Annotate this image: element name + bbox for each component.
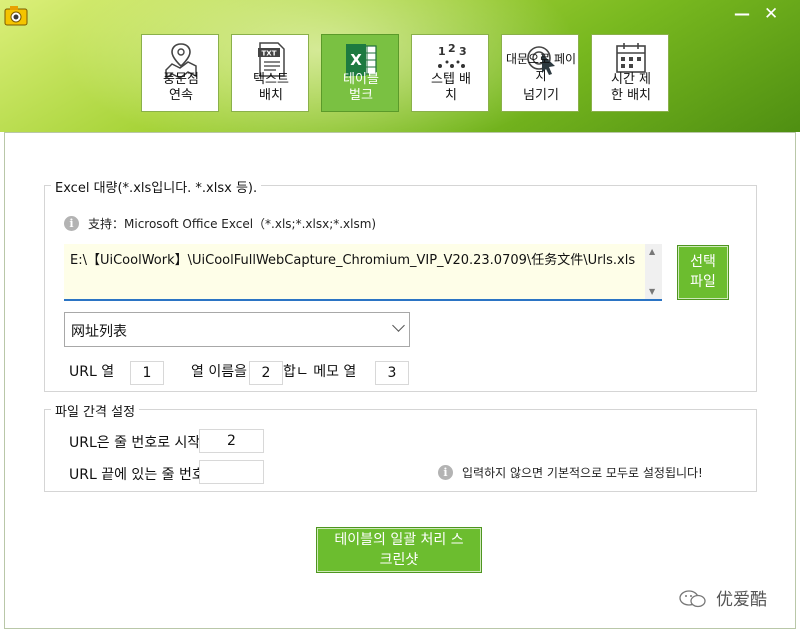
supported-formats-text: 支持：Microsoft Office Excel（*.xls;*.xlsx;*… (88, 217, 377, 231)
tool-label: 텍스트 (253, 72, 289, 87)
tool-time-limit-batch[interactable]: 시간 제 한 배치 (591, 34, 669, 112)
svg-text:X: X (350, 51, 362, 69)
camera-app-icon (4, 6, 28, 26)
name-column-label: 열 이름을 (191, 364, 247, 380)
end-row-label: URL 끝에 있는 줄 번호 (69, 467, 201, 483)
svg-text:TXT: TXT (262, 50, 277, 58)
tool-label: 배치 (259, 88, 283, 103)
select-file-label: 선택 (690, 254, 716, 270)
scroll-up-icon[interactable]: ▲ (649, 247, 655, 256)
tool-label: 대문으로 페이지 (505, 52, 577, 83)
sheet-select[interactable]: 网址列表 (64, 312, 410, 347)
select-file-button[interactable]: 선택 파일 (677, 245, 729, 300)
tool-label: 연속 (169, 88, 193, 103)
tool-label: 스텝 배 (430, 72, 471, 87)
start-row-label: URL은 줄 번호로 시작 (69, 435, 201, 451)
scroll-down-icon[interactable]: ▼ (649, 287, 655, 296)
name-column-input[interactable]: 2 (249, 361, 283, 385)
info-icon: i (438, 465, 453, 480)
start-row-input[interactable]: 2 (199, 429, 264, 453)
excel-group-title: Excel 대량(*.xls입니다. *.xlsx 등). (51, 177, 262, 196)
interval-group-title: 파일 간격 설정 (51, 401, 140, 420)
tool-label: 시간 제 (610, 72, 651, 87)
wechat-icon (679, 590, 706, 608)
tool-step-batch[interactable]: 1 2 3 스텝 배 치 (411, 34, 489, 112)
tool-label: 넘기기 (523, 88, 559, 103)
svg-text:1: 1 (438, 45, 446, 58)
file-path-input[interactable]: E:\【UiCoolWork】\UiCoolFullWebCapture_Chr… (64, 244, 662, 301)
action-button-label: 크린샷 (379, 552, 419, 568)
sheet-select-value: 网址列表 (71, 324, 127, 340)
tool-label: 벌크 (349, 88, 373, 103)
select-file-label: 파일 (690, 274, 716, 290)
chevron-down-icon (392, 319, 405, 332)
table-batch-screenshot-button[interactable]: 테이블의 일괄 처리 스 크린샷 (316, 527, 482, 573)
tool-label: 테이블 (343, 72, 379, 87)
tool-text-batch[interactable]: TXT 텍스트 배치 (231, 34, 309, 112)
url-column-input[interactable]: 1 (130, 361, 164, 385)
interval-hint-text: 입력하지 않으면 기본적으로 모두로 설정됩니다! (462, 466, 703, 480)
svg-text:2: 2 (448, 42, 456, 55)
tool-continuous-point[interactable]: 풍문점 연속 (141, 34, 219, 112)
title-bar-header: — ✕ 풍문점 연속 TXT 텍스트 배치 X 테이블 벌크 1 2 3 스텝 … (0, 0, 800, 132)
minimize-button[interactable]: — (734, 6, 750, 22)
info-icon: i (64, 216, 79, 231)
url-column-label: URL 열 (69, 364, 115, 380)
file-path-value: E:\【UiCoolWork】\UiCoolFullWebCapture_Chr… (70, 253, 636, 268)
svg-text:3: 3 (459, 45, 467, 58)
tool-table-bulk[interactable]: X 테이블 벌크 (321, 34, 399, 112)
memo-column-input[interactable]: 3 (375, 361, 409, 385)
path-scrollbar[interactable]: ▲ ▼ (645, 244, 662, 299)
tool-page-turn[interactable]: 대문으로 페이지 넘기기 (501, 34, 579, 112)
tool-label: 치 (445, 88, 457, 103)
action-button-label: 테이블의 일괄 처리 스 (334, 532, 464, 548)
close-button[interactable]: ✕ (764, 6, 778, 23)
end-row-input[interactable] (199, 460, 264, 484)
memo-column-label: 합ㄴ 메모 열 (283, 364, 357, 380)
tool-label: 풍문점 (163, 72, 199, 87)
watermark-text: 优爱酷 (716, 590, 767, 610)
tool-label: 한 배치 (610, 88, 651, 103)
